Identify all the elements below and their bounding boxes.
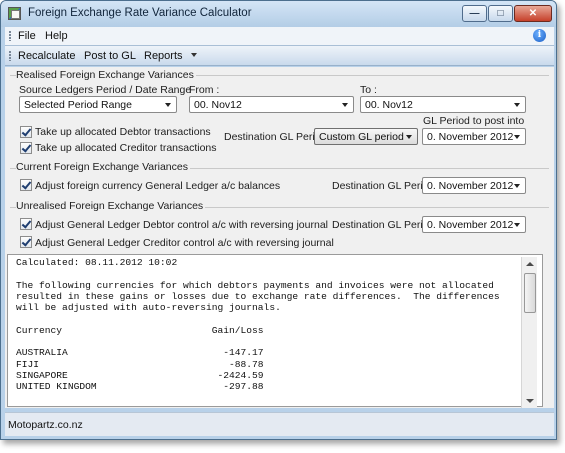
reports-button[interactable]: Reports — [144, 50, 183, 62]
menu-file[interactable]: File — [18, 30, 36, 42]
toolbar-grip[interactable] — [9, 51, 11, 61]
chevron-down-icon — [165, 103, 171, 107]
from-label: From : — [189, 84, 220, 96]
adjust-debtor-control-label: Adjust General Ledger Debtor control a/c… — [35, 219, 328, 231]
reports-dropdown-icon[interactable] — [191, 53, 197, 57]
current-dest-select[interactable]: 0. November 2012 — [422, 177, 526, 194]
source-period-select[interactable]: Selected Period Range — [19, 96, 177, 113]
gl-period-post-value: 0. November 2012 — [427, 131, 514, 143]
scroll-down-icon[interactable] — [526, 399, 534, 403]
debtor-transactions-label: Take up allocated Debtor transactions — [35, 126, 211, 138]
chevron-down-icon — [342, 103, 348, 107]
main-content: Realised Foreign Exchange Variances Sour… — [5, 67, 554, 408]
chevron-down-icon — [406, 135, 412, 139]
debtor-transactions-checkbox[interactable] — [20, 126, 32, 138]
unrealised-dest-select[interactable]: 0. November 2012 — [422, 216, 526, 233]
current-dest-label: Destination GL Period — [332, 180, 435, 192]
chevron-down-icon — [514, 184, 520, 188]
info-icon[interactable]: i — [533, 29, 546, 42]
menu-help[interactable]: Help — [45, 30, 68, 42]
status-bar: Motopartz.co.nz — [5, 412, 554, 436]
dest-gl-period-value: Custom GL period — [319, 131, 404, 143]
app-window: Foreign Exchange Rate Variance Calculato… — [0, 0, 557, 440]
menu-bar: File Help i — [5, 27, 554, 45]
minimize-button[interactable]: — — [462, 5, 487, 22]
source-period-value: Selected Period Range — [24, 99, 132, 111]
adjust-foreign-currency-label: Adjust foreign currency General Ledger a… — [35, 180, 281, 192]
title-bar: Foreign Exchange Rate Variance Calculato… — [1, 1, 556, 27]
window-title: Foreign Exchange Rate Variance Calculato… — [28, 7, 252, 19]
creditor-transactions-checkbox[interactable] — [20, 142, 32, 154]
recalculate-button[interactable]: Recalculate — [18, 50, 75, 62]
scroll-thumb[interactable] — [524, 273, 536, 313]
from-period-select[interactable]: 00. Nov12 — [189, 96, 354, 113]
maximize-button[interactable]: □ — [488, 5, 513, 22]
unrealised-dest-value: 0. November 2012 — [427, 219, 514, 231]
realised-section-title: Realised Foreign Exchange Variances — [16, 69, 196, 81]
adjust-foreign-currency-checkbox[interactable] — [20, 179, 32, 191]
report-text: Calculated: 08.11.2012 10:02 The followi… — [16, 257, 500, 393]
gl-period-post-label: GL Period to post into — [423, 115, 525, 127]
report-output[interactable]: Calculated: 08.11.2012 10:02 The followi… — [7, 254, 543, 407]
adjust-creditor-control-checkbox[interactable] — [20, 236, 32, 248]
to-period-value: 00. Nov12 — [365, 99, 413, 111]
adjust-debtor-control-checkbox[interactable] — [20, 218, 32, 230]
app-icon — [8, 7, 21, 20]
report-scrollbar[interactable] — [521, 257, 537, 408]
close-button[interactable]: ✕ — [514, 5, 552, 22]
chevron-down-icon — [514, 135, 520, 139]
unrealised-section-title: Unrealised Foreign Exchange Variances — [16, 200, 206, 212]
dest-gl-period-select[interactable]: Custom GL period — [314, 128, 418, 145]
from-period-value: 00. Nov12 — [194, 99, 242, 111]
source-period-label: Source Ledgers Period / Date Range — [19, 84, 192, 96]
chevron-down-icon — [514, 223, 520, 227]
to-label: To : — [360, 84, 377, 96]
maximize-icon: □ — [497, 8, 504, 19]
chevron-down-icon — [514, 103, 520, 107]
scroll-up-icon[interactable] — [526, 262, 534, 266]
menu-grip[interactable] — [9, 31, 11, 41]
minimize-icon: — — [469, 8, 480, 19]
creditor-transactions-label: Take up allocated Creditor transactions — [35, 142, 217, 154]
close-icon: ✕ — [528, 8, 538, 19]
toolbar: Recalculate Post to GL Reports — [5, 45, 554, 66]
unrealised-dest-label: Destination GL Period — [332, 219, 435, 231]
adjust-creditor-control-label: Adjust General Ledger Creditor control a… — [35, 237, 334, 249]
current-section-title: Current Foreign Exchange Variances — [16, 161, 190, 173]
to-period-select[interactable]: 00. Nov12 — [360, 96, 526, 113]
gl-period-post-select[interactable]: 0. November 2012 — [422, 128, 526, 145]
current-dest-value: 0. November 2012 — [427, 180, 514, 192]
status-company: Motopartz.co.nz — [8, 419, 83, 431]
post-to-gl-button[interactable]: Post to GL — [84, 50, 136, 62]
